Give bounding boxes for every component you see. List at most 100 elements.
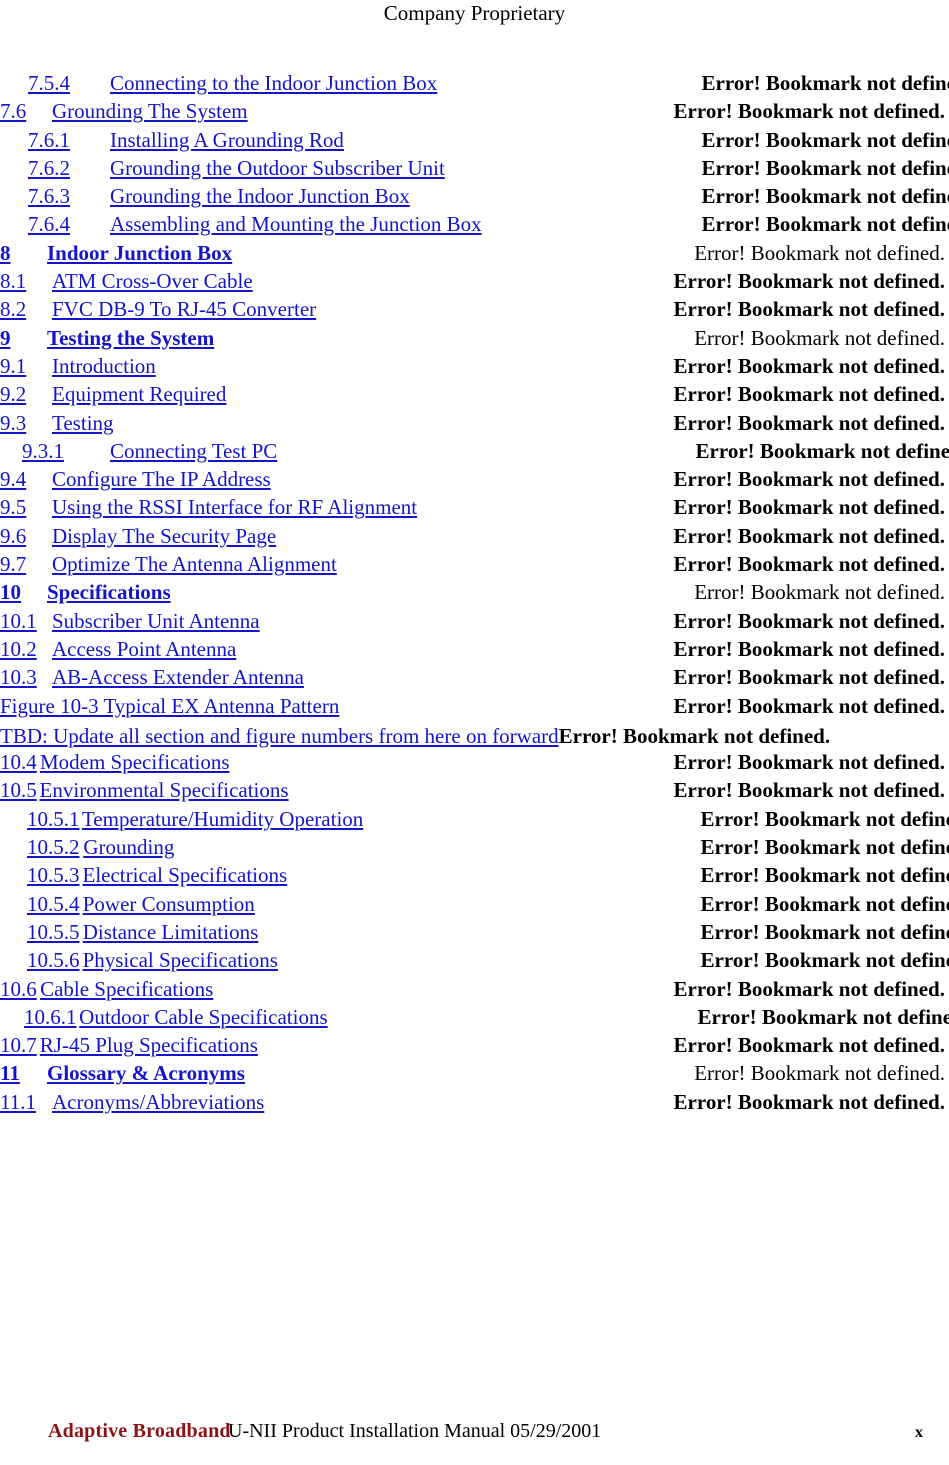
toc-entry[interactable]: 10.7 RJ-45 Plug Specifications Error! Bo…	[0, 1033, 949, 1061]
toc-entry-number[interactable]: 10.5.1	[27, 807, 80, 832]
toc-entry[interactable]: 7.6.4 Assembling and Mounting the Juncti…	[0, 212, 949, 240]
toc-entry-number[interactable]: 8	[0, 241, 47, 266]
toc-entry[interactable]: 9.1 Introduction Error! Bookmark not def…	[0, 354, 949, 382]
toc-entry-number[interactable]: 11	[0, 1061, 47, 1086]
toc-entry-title[interactable]: Environmental Specifications	[40, 778, 289, 803]
toc-entry-title[interactable]: Equipment Required	[52, 382, 226, 407]
toc-entry[interactable]: 10.2 Access Point Antenna Error! Bookmar…	[0, 637, 949, 665]
toc-entry-number[interactable]: 10.5.5	[27, 920, 80, 945]
toc-entry[interactable]: 10.6 Cable Specifications Error! Bookmar…	[0, 977, 949, 1005]
toc-entry[interactable]: 10.5.5 Distance Limitations Error! Bookm…	[0, 920, 949, 948]
toc-entry-number[interactable]: 7.6.4	[28, 212, 110, 237]
toc-entry[interactable]: 7.6.2 Grounding the Outdoor Subscriber U…	[0, 156, 949, 184]
toc-entry-number[interactable]: 10.6	[0, 977, 37, 1002]
toc-entry-title[interactable]: TBD: Update all section and figure numbe…	[0, 724, 559, 748]
toc-entry-number[interactable]: 11.1	[0, 1090, 52, 1115]
toc-entry-title[interactable]: Specifications	[47, 580, 171, 605]
toc-entry-title[interactable]: Modem Specifications	[40, 750, 230, 775]
toc-entry[interactable]: 7.6.3 Grounding the Indoor Junction Box …	[0, 184, 949, 212]
toc-entry-title[interactable]: Grounding the Indoor Junction Box	[110, 184, 410, 209]
toc-entry[interactable]: 10.3 AB-Access Extender Antenna Error! B…	[0, 665, 949, 693]
toc-entry[interactable]: 9.4 Configure The IP Address Error! Book…	[0, 467, 949, 495]
toc-entry-title[interactable]: Electrical Specifications	[83, 863, 288, 888]
toc-entry-title[interactable]: Physical Specifications	[83, 948, 278, 973]
toc-entry[interactable]: 10 Specifications Error! Bookmark not de…	[0, 580, 949, 608]
toc-entry-number[interactable]: 8.2	[0, 297, 52, 322]
toc-entry[interactable]: 9.3 Testing Error! Bookmark not defined.	[0, 411, 949, 439]
toc-entry[interactable]: 10.4 Modem Specifications Error! Bookmar…	[0, 750, 949, 778]
toc-entry-number[interactable]: 10.5	[0, 778, 37, 803]
toc-entry-title[interactable]: Access Point Antenna	[52, 637, 236, 662]
toc-entry-title[interactable]: Connecting Test PC	[110, 439, 277, 464]
toc-entry-number[interactable]: 10	[0, 580, 47, 605]
toc-entry[interactable]: 7.6 Grounding The System Error! Bookmark…	[0, 99, 949, 127]
toc-entry[interactable]: 9.3.1 Connecting Test PC Error! Bookmark…	[0, 439, 949, 467]
toc-entry-figure[interactable]: Figure 10-3 Typical EX Antenna Pattern E…	[0, 694, 949, 722]
toc-entry[interactable]: 8.2 FVC DB-9 To RJ-45 Converter Error! B…	[0, 297, 949, 325]
toc-entry-number[interactable]: 7.6.1	[28, 128, 110, 153]
toc-entry-number[interactable]: 7.6.2	[28, 156, 110, 181]
toc-entry-title[interactable]: Acronyms/Abbreviations	[52, 1090, 264, 1115]
toc-entry[interactable]: 10.5.2 Grounding Error! Bookmark not def…	[0, 835, 949, 863]
toc-entry[interactable]: 10.6.1 Outdoor Cable Specifications Erro…	[0, 1005, 949, 1033]
toc-entry-number[interactable]: 7.5.4	[28, 71, 110, 96]
toc-entry-title[interactable]: Power Consumption	[83, 892, 255, 917]
toc-entry-title[interactable]: Glossary & Acronyms	[47, 1061, 245, 1086]
toc-entry[interactable]: 10.5.1 Temperature/Humidity Operation Er…	[0, 807, 949, 835]
toc-entry[interactable]: 7.6.1 Installing A Grounding Rod Error! …	[0, 128, 949, 156]
toc-entry-title[interactable]: FVC DB-9 To RJ-45 Converter	[52, 297, 316, 322]
toc-entry-title[interactable]: Grounding the Outdoor Subscriber Unit	[110, 156, 445, 181]
toc-entry-title[interactable]: RJ-45 Plug Specifications	[40, 1033, 258, 1058]
toc-entry-title[interactable]: Grounding	[83, 835, 174, 860]
toc-entry-number[interactable]: 9.2	[0, 382, 52, 407]
toc-entry-number[interactable]: 7.6.3	[28, 184, 110, 209]
toc-entry-title[interactable]: Outdoor Cable Specifications	[79, 1005, 327, 1030]
toc-entry-number[interactable]: 10.1	[0, 609, 52, 634]
toc-entry-number[interactable]: 10.7	[0, 1033, 37, 1058]
toc-entry[interactable]: 8 Indoor Junction Box Error! Bookmark no…	[0, 241, 949, 269]
toc-entry-title[interactable]: AB-Access Extender Antenna	[52, 665, 304, 690]
toc-entry-title[interactable]: Figure 10-3 Typical EX Antenna Pattern	[0, 694, 339, 719]
toc-entry-title[interactable]: Display The Security Page	[52, 524, 276, 549]
toc-entry-number[interactable]: 9.5	[0, 495, 52, 520]
toc-entry[interactable]: 10.1 Subscriber Unit Antenna Error! Book…	[0, 609, 949, 637]
toc-entry[interactable]: 9.2 Equipment Required Error! Bookmark n…	[0, 382, 949, 410]
toc-entry[interactable]: 9.5 Using the RSSI Interface for RF Alig…	[0, 495, 949, 523]
toc-entry-title[interactable]: Configure The IP Address	[52, 467, 271, 492]
toc-entry-number[interactable]: 9.7	[0, 552, 52, 577]
toc-entry[interactable]: 10.5.6 Physical Specifications Error! Bo…	[0, 948, 949, 976]
toc-entry-number[interactable]: 7.6	[0, 99, 52, 124]
toc-entry-number[interactable]: 10.5.3	[27, 863, 80, 888]
toc-entry-number[interactable]: 10.4	[0, 750, 37, 775]
toc-entry-number[interactable]: 9	[0, 326, 47, 351]
toc-entry-number[interactable]: 10.2	[0, 637, 52, 662]
toc-entry-title[interactable]: Testing the System	[47, 326, 214, 351]
toc-entry[interactable]: 9.7 Optimize The Antenna Alignment Error…	[0, 552, 949, 580]
toc-entry-title[interactable]: Connecting to the Indoor Junction Box	[110, 71, 437, 96]
toc-entry-title[interactable]: Assembling and Mounting the Junction Box	[110, 212, 482, 237]
toc-entry-title[interactable]: Optimize The Antenna Alignment	[52, 552, 337, 577]
toc-entry-number[interactable]: 10.6.1	[24, 1005, 77, 1030]
toc-entry-number[interactable]: 8.1	[0, 269, 52, 294]
toc-entry-number[interactable]: 9.3.1	[22, 439, 110, 464]
toc-entry-title[interactable]: Using the RSSI Interface for RF Alignmen…	[52, 495, 417, 520]
toc-entry-number[interactable]: 9.6	[0, 524, 52, 549]
toc-entry[interactable]: 7.5.4 Connecting to the Indoor Junction …	[0, 71, 949, 99]
toc-entry-number[interactable]: 9.4	[0, 467, 52, 492]
toc-entry-number[interactable]: 10.5.2	[27, 835, 80, 860]
toc-entry-title[interactable]: Distance Limitations	[83, 920, 259, 945]
toc-entry-title[interactable]: Cable Specifications	[40, 977, 213, 1002]
toc-entry-tbd-note[interactable]: TBD: Update all section and figure numbe…	[0, 722, 949, 750]
toc-entry-title[interactable]: Indoor Junction Box	[47, 241, 232, 266]
toc-entry[interactable]: 10.5.4 Power Consumption Error! Bookmark…	[0, 892, 949, 920]
toc-entry[interactable]: 10.5.3 Electrical Specifications Error! …	[0, 863, 949, 891]
toc-entry-title[interactable]: Subscriber Unit Antenna	[52, 609, 260, 634]
toc-entry-number[interactable]: 9.1	[0, 354, 52, 379]
toc-entry-title[interactable]: Testing	[52, 411, 114, 436]
toc-entry[interactable]: 11.1 Acronyms/Abbreviations Error! Bookm…	[0, 1090, 949, 1118]
toc-entry-number[interactable]: 9.3	[0, 411, 52, 436]
toc-entry-title[interactable]: ATM Cross-Over Cable	[52, 269, 253, 294]
toc-entry-number[interactable]: 10.5.6	[27, 948, 80, 973]
toc-entry-number[interactable]: 10.3	[0, 665, 52, 690]
toc-entry[interactable]: 11 Glossary & Acronyms Error! Bookmark n…	[0, 1061, 949, 1089]
